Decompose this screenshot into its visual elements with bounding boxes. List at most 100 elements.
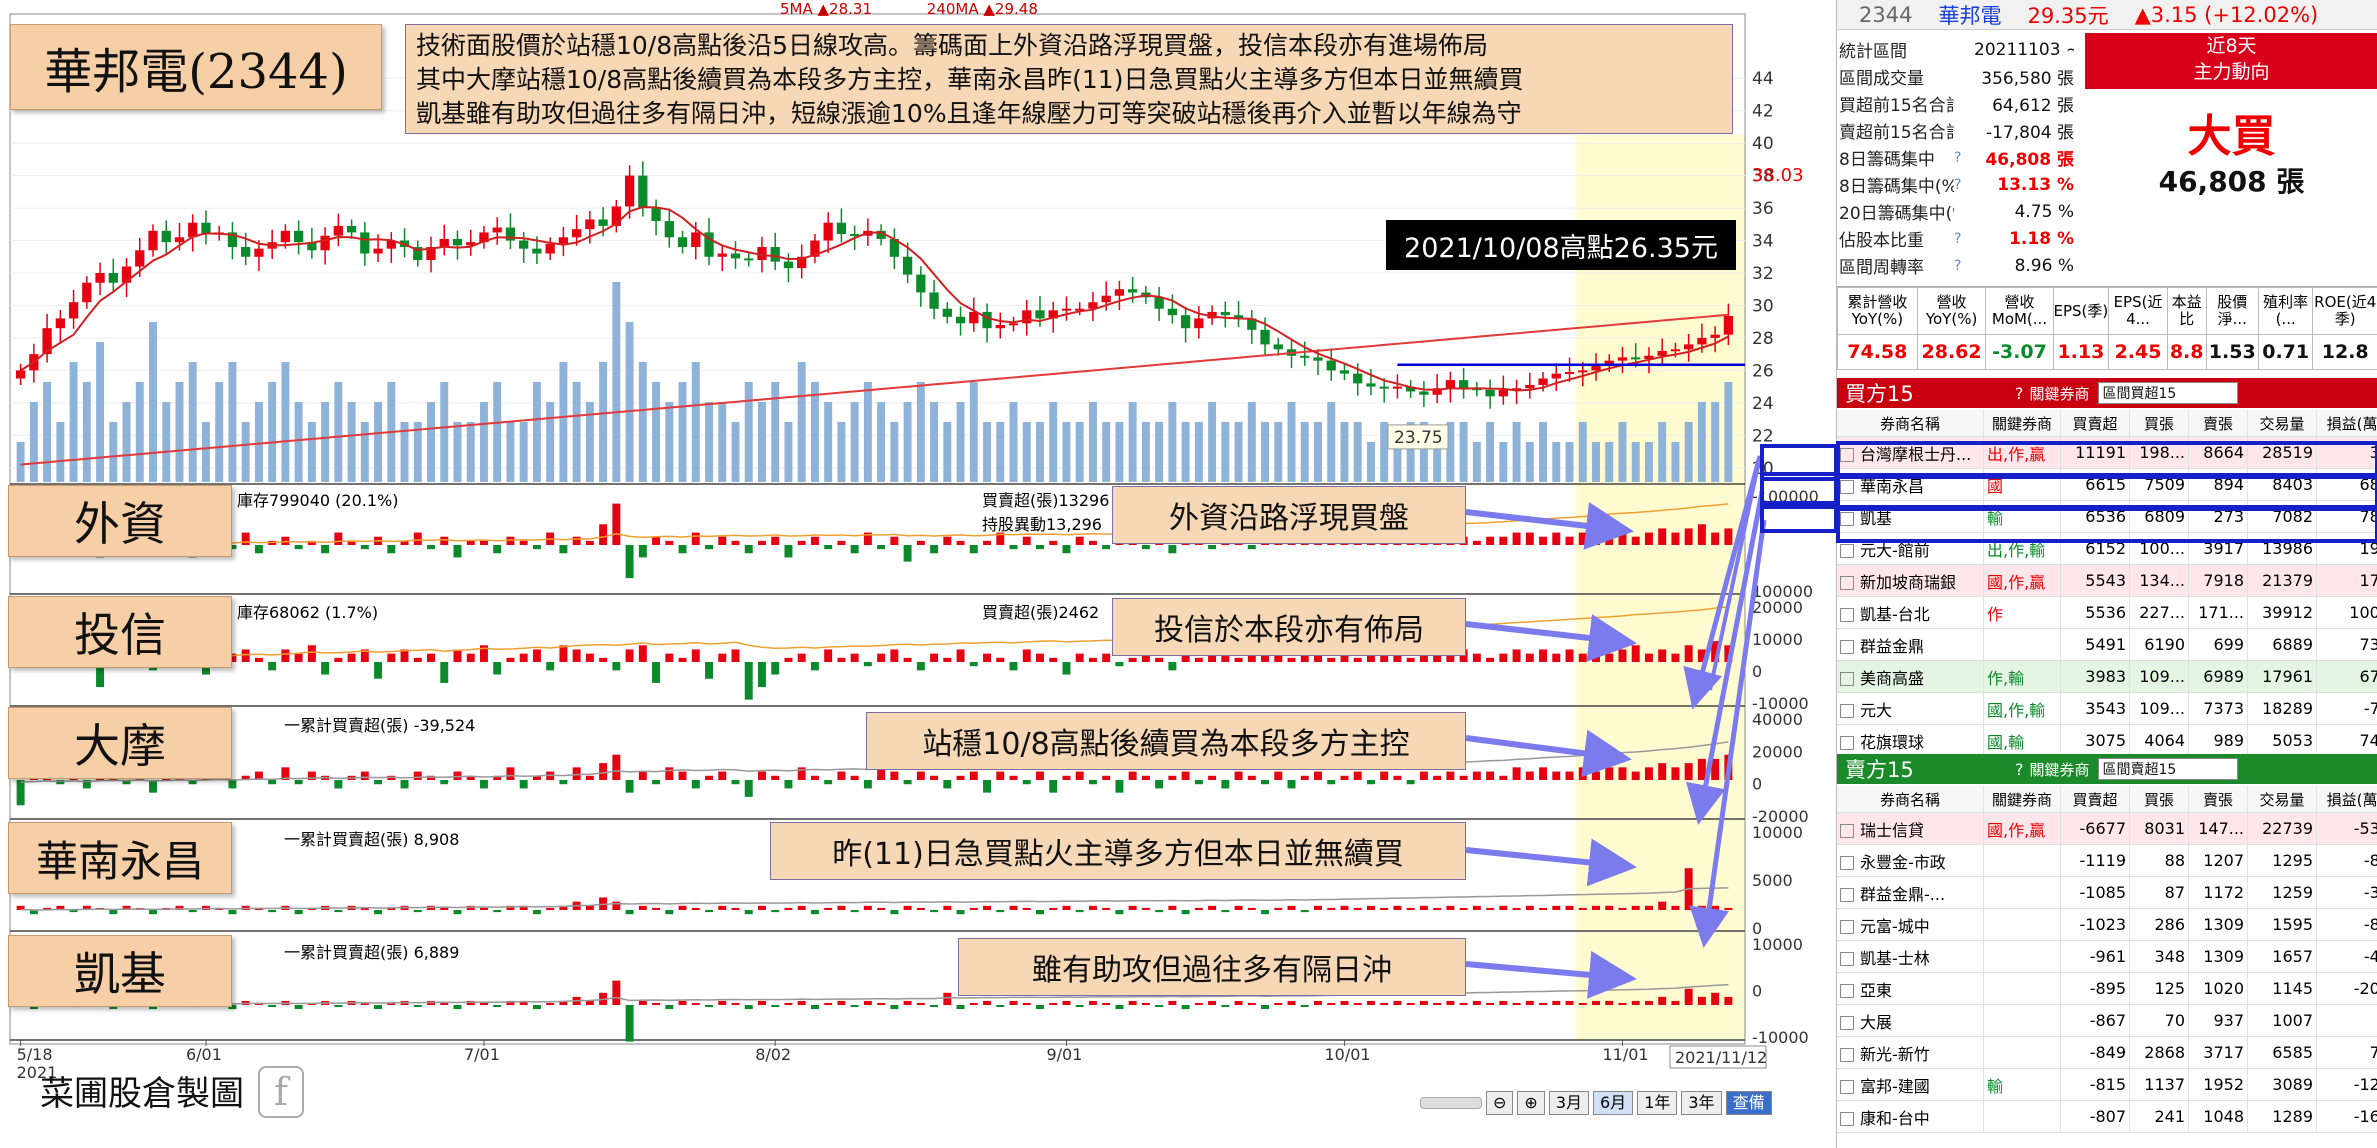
stock-name[interactable]: 華邦電 [1938,0,2001,30]
column-header[interactable]: 損益(萬) [2316,410,2377,437]
volume-bar [916,382,925,482]
help-icon[interactable]: ? [2015,384,2024,403]
row-checkbox[interactable] [1840,1048,1854,1062]
chart-area[interactable]: 2022242628303234363840424438.0323.755/18… [0,0,1836,1148]
fin-header-cell[interactable]: 股價淨... [2205,287,2259,335]
flow-bar [652,662,661,683]
table-row[interactable]: 康和-台中 -80724110481289-160 [1837,1100,2377,1133]
broker-cell: 3075 [2060,724,2130,757]
column-header[interactable]: 交易量 [2247,786,2317,813]
row-checkbox[interactable] [1840,952,1854,966]
row-checkbox[interactable] [1840,544,1854,558]
row-checkbox[interactable] [1840,640,1854,654]
sell-range-select[interactable]: 區間賣超15 [2097,758,2238,780]
table-row[interactable]: 永豐金-市政 -11198812071295-81 [1837,844,2377,877]
row-checkbox[interactable] [1840,672,1854,686]
row-checkbox[interactable] [1840,736,1854,750]
range-3m-button[interactable]: 3月 [1548,1091,1589,1115]
row-checkbox[interactable] [1840,1016,1854,1030]
column-header[interactable]: 買張 [2129,410,2189,437]
volume-bar [506,422,515,482]
row-checkbox[interactable] [1840,704,1854,718]
table-row[interactable]: 華南永昌國661575098948403684 [1837,468,2377,501]
candle-body [572,229,582,238]
table-row[interactable]: 元大國,作,輸3543109...737318289-70 [1837,692,2377,725]
range-1y-button[interactable]: 1年 [1637,1091,1678,1115]
row-checkbox[interactable] [1840,608,1854,622]
table-row[interactable]: 台灣摩根士丹...出,作,贏11191198...86642851933 [1837,436,2377,469]
column-header[interactable]: 賣張 [2188,786,2248,813]
zoom-in-icon[interactable]: ⊕ [1517,1091,1545,1115]
table-row[interactable]: 瑞士信貸國,作,贏-66778031147...22739-537 [1837,812,2377,845]
column-header[interactable]: 買張 [2129,786,2189,813]
help-icon[interactable]: ? [1954,231,1974,247]
fin-header-cell[interactable]: EPS(季) [2052,287,2110,335]
fin-header-cell[interactable]: EPS(近4... [2108,287,2168,335]
column-header[interactable]: 賣張 [2188,410,2248,437]
table-row[interactable]: 凱基-台北作5536227...171...399121008 [1837,596,2377,629]
row-checkbox[interactable] [1840,1112,1854,1126]
table-row[interactable]: 花旗環球國,輸307540649895053744 [1837,724,2377,757]
column-header[interactable]: 關鍵券商 [1983,410,2061,437]
column-header[interactable]: 關鍵券商 [1983,786,2061,813]
help-icon[interactable]: ? [1954,177,1974,193]
fin-header-cell[interactable]: 營收YoY(%) [1916,287,1987,335]
row-checkbox[interactable] [1840,512,1854,526]
table-row[interactable]: 亞東 -89512510201145-201 [1837,972,2377,1005]
table-row[interactable]: 元富-城中 -102328613091595-86 [1837,908,2377,941]
row-checkbox[interactable] [1840,824,1854,838]
query-button[interactable]: 查備 [1725,1091,1772,1115]
table-row[interactable]: 美商高盛作,輸3983109...698917961670 [1837,660,2377,693]
column-header[interactable]: 買賣超 [2060,410,2130,437]
flow-bar [1340,775,1349,780]
broker-name: 美商高盛 [1837,660,1984,693]
row-checkbox[interactable] [1840,480,1854,494]
flow-bar [810,536,819,545]
fin-header-cell[interactable]: 累計營收YoY(%) [1837,287,1918,335]
table-row[interactable]: 凱基輸653668092737082781 [1837,500,2377,533]
flow-bar [546,907,555,910]
fin-header-cell[interactable]: ROE(近4季) [2312,287,2377,335]
help-icon[interactable]: ? [1954,258,1974,274]
flow-bar [1353,657,1362,662]
row-checkbox[interactable] [1840,448,1854,462]
flow-bar [1009,1000,1018,1005]
row-checkbox[interactable] [1840,920,1854,934]
flow-bar [1102,1002,1111,1005]
column-header[interactable]: 損益(萬) [2316,786,2377,813]
range-6m-button[interactable]: 6月 [1593,1091,1634,1115]
scroll-track[interactable] [1420,1097,1482,1109]
stat-key: 買超前15名合計 [1839,96,1954,116]
table-row[interactable]: 新光-新竹 -84928683717658577 [1837,1036,2377,1069]
table-row[interactable]: 元大-館前出,作,輸6152100...391713986192 [1837,532,2377,565]
row-checkbox[interactable] [1840,856,1854,870]
fin-header-cell[interactable]: 殖利率(... [2257,287,2314,335]
row-checkbox[interactable] [1840,1080,1854,1094]
table-row[interactable]: 群益金鼎 549161906996889736 [1837,628,2377,661]
help-icon[interactable]: ? [1954,150,1974,166]
broker-cell [1983,940,2061,973]
help-icon[interactable]: ? [2015,760,2024,779]
column-header[interactable]: 券商名稱 [1837,410,1984,437]
zoom-out-icon[interactable]: ⊖ [1486,1091,1514,1115]
table-row[interactable]: 大展 -8677093710076 [1837,1004,2377,1037]
flow-bar [453,649,462,662]
buy-range-select[interactable]: 區間買超15 [2097,382,2238,404]
flow-bar [413,532,422,545]
column-header[interactable]: 券商名稱 [1837,786,1984,813]
range-3y-button[interactable]: 3年 [1681,1091,1722,1115]
row-checkbox[interactable] [1840,888,1854,902]
stock-price: 29.35元 [2027,3,2109,28]
row-checkbox[interactable] [1840,576,1854,590]
table-row[interactable]: 富邦-建國輸-815113719523089-128 [1837,1068,2377,1101]
fin-header-cell[interactable]: 營收MoM(... [1985,287,2054,335]
fin-header-cell[interactable]: 本益比 [2166,287,2207,335]
column-header[interactable]: 交易量 [2247,410,2317,437]
table-row[interactable]: 群益金鼎-... -10858711721259-32 [1837,876,2377,909]
flow-bar [1155,1005,1164,1008]
flow-bar [877,1002,886,1005]
table-row[interactable]: 新加坡商瑞銀國,作,贏5543134...791821379170 [1837,564,2377,597]
column-header[interactable]: 買賣超 [2060,786,2130,813]
row-checkbox[interactable] [1840,984,1854,998]
table-row[interactable]: 凱基-士林 -96134813091657-45 [1837,940,2377,973]
